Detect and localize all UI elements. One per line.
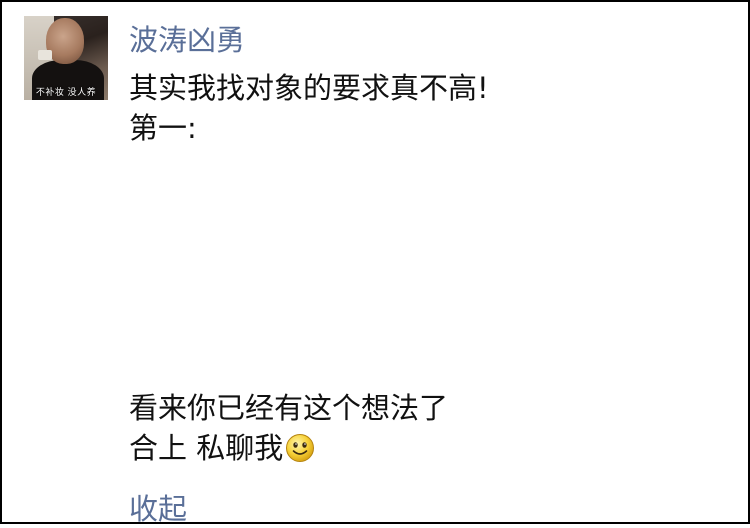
- post-card: 不补妆 没人养 波涛凶勇 其实我找对象的要求真不高! 第一: 看来你已经有这个想…: [0, 0, 750, 526]
- avatar[interactable]: 不补妆 没人养: [24, 16, 108, 100]
- smiley-face-icon: [286, 434, 315, 462]
- avatar-cup: [38, 50, 52, 60]
- username[interactable]: 波涛凶勇: [129, 17, 245, 59]
- message-line-4-text: 合上 私聊我: [129, 431, 284, 465]
- message-line-3: 看来你已经有这个想法了: [129, 391, 449, 425]
- collapse-link[interactable]: 收起: [129, 486, 187, 528]
- message-line-1: 其实我找对象的要求真不高!: [129, 71, 489, 105]
- message-line-2: 第一:: [129, 111, 197, 145]
- avatar-caption: 不补妆 没人养: [35, 88, 97, 98]
- message-line-4: 合上 私聊我: [129, 430, 315, 466]
